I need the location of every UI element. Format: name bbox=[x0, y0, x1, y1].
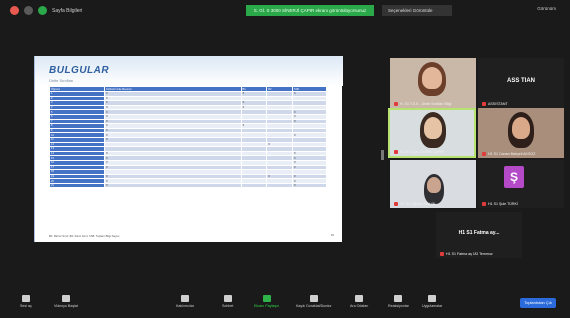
status-red-icon bbox=[10, 6, 19, 15]
chat-icon bbox=[223, 295, 232, 302]
slide-page-number: 15 bbox=[330, 233, 334, 237]
participant-avatar: Ş bbox=[504, 166, 524, 188]
participant-tile[interactable]: H1 S1 Fatma ay... H1 S1 Fatma aş ÜÜ Temm… bbox=[436, 212, 522, 258]
participant-name: H1 S1 Çiğdem ŞAHİN bbox=[394, 202, 435, 206]
participants-button[interactable]: Katılımcılar bbox=[176, 295, 194, 308]
participant-display-name: H1 S1 Fatma ay... bbox=[458, 230, 500, 237]
breakout-rooms-icon bbox=[355, 295, 364, 302]
mic-muted-icon bbox=[394, 202, 398, 206]
video-camera-icon bbox=[61, 295, 70, 302]
table-cell: X bbox=[291, 182, 328, 189]
mic-muted-icon bbox=[482, 152, 486, 156]
info-icon[interactable] bbox=[24, 6, 33, 15]
table-cell bbox=[240, 182, 268, 189]
participant-name: H. S1 T.S.K - Ünite Sınıfları Bilgi bbox=[394, 102, 451, 106]
participant-tile[interactable]: ASS TIAN ASSISTANT bbox=[478, 58, 564, 108]
mic-muted-icon bbox=[482, 102, 486, 106]
pause-stop-icon bbox=[309, 295, 318, 302]
top-bar: Sayfa Bilgileri S. Gİ. S 3000 SİNERJİ ÇA… bbox=[6, 3, 564, 19]
participant-tile[interactable]: Ş H1 S1 Şule TÜRKİ bbox=[478, 160, 564, 208]
participant-tile-active-speaker[interactable]: H1 S1 Oya, ÖZERE ÇAPIR bbox=[388, 108, 476, 158]
table-cell bbox=[266, 182, 293, 189]
slide-footnote: B1: Birinci Sınıf, B2: İkinci Sınıf, TAB… bbox=[49, 234, 120, 238]
results-table: Öğrenci Kültürel Ünite Becerisi B1 B2 TAB 1X… bbox=[49, 86, 328, 189]
resize-handle[interactable] bbox=[381, 150, 384, 160]
microphone-muted-icon bbox=[21, 295, 30, 302]
participant-name: H1 S1 Fatma aş ÜÜ Temmuz bbox=[440, 252, 493, 256]
apps-button[interactable]: Uygulamalar bbox=[422, 295, 442, 308]
participant-face bbox=[424, 117, 442, 139]
participant-display-name: ASS TIAN bbox=[506, 78, 535, 84]
presentation-slide: BULGULAR Ünite Sınıfları Öğrenci Kültürel… bbox=[34, 56, 343, 242]
breakout-rooms-button[interactable]: Ara Odaları bbox=[350, 295, 368, 308]
slide-subtitle: Ünite Sınıfları bbox=[49, 78, 74, 83]
zoom-window: Sayfa Bilgileri S. Gİ. S 3000 SİNERJİ ÇA… bbox=[0, 0, 570, 318]
slide-title: BULGULAR bbox=[49, 65, 110, 76]
participants-icon bbox=[180, 295, 189, 302]
participant-face bbox=[512, 117, 530, 139]
participant-name: ASSISTANT bbox=[482, 102, 508, 106]
reactions-button[interactable]: Reaksiyonlar bbox=[388, 295, 409, 308]
table-cell: X bbox=[104, 182, 242, 189]
participant-face bbox=[422, 67, 442, 89]
sharing-banner: S. Gİ. S 3000 SİNERJİ ÇAPIR ekranı görün… bbox=[246, 5, 374, 16]
chat-button[interactable]: Sohbet bbox=[222, 295, 233, 308]
mic-muted-icon bbox=[394, 102, 398, 106]
participant-face bbox=[427, 177, 441, 193]
participant-tile[interactable]: H. S1 T.S.K - Ünite Sınıfları Bilgi bbox=[390, 58, 476, 108]
apps-icon bbox=[428, 295, 437, 302]
participant-name: H1 S1 Oya, ÖZERE ÇAPIR bbox=[394, 150, 444, 154]
shield-icon[interactable] bbox=[38, 6, 47, 15]
meeting-toolbar: Sesi aç Videoyu Başlat Katılımcılar Sohb… bbox=[6, 292, 564, 314]
view-options-button[interactable]: Seçenekleri Görüntüle bbox=[382, 5, 452, 16]
leave-meeting-button[interactable]: Toplantıdan Çık bbox=[520, 298, 556, 308]
participant-name: H1 S1 Canan Bahçeli AKSOZ bbox=[482, 152, 535, 156]
window-controls: Sayfa Bilgileri bbox=[10, 6, 82, 15]
share-screen-icon bbox=[262, 295, 271, 302]
mute-button[interactable]: Sesi aç bbox=[20, 295, 32, 308]
reactions-icon bbox=[394, 295, 403, 302]
mic-muted-icon bbox=[394, 150, 398, 154]
participant-tile[interactable]: H1 S1 Canan Bahçeli AKSOZ bbox=[478, 108, 564, 158]
mic-muted-icon bbox=[440, 252, 444, 256]
participant-name: H1 S1 Şule TÜRKİ bbox=[482, 202, 518, 206]
mic-muted-icon bbox=[482, 202, 486, 206]
table-cell: 21 bbox=[49, 182, 105, 189]
table-row: 21 X X bbox=[49, 182, 328, 189]
table-body: 1 X X X 2 X 3 X X 4 X X 5 X X 6 X X 7 X X 8 X X 9 X 10 X X 11 X 12 X 13 14… bbox=[49, 91, 328, 189]
shared-screen-area: BULGULAR Ünite Sınıfları Öğrenci Kültürel… bbox=[10, 20, 388, 290]
share-screen-button[interactable]: Ekranı Paylaşın bbox=[254, 295, 279, 308]
start-video-button[interactable]: Videoyu Başlat bbox=[54, 295, 78, 308]
participant-tile[interactable]: H1 S1 Çiğdem ŞAHİN bbox=[390, 160, 476, 208]
view-button[interactable]: Görünüm bbox=[537, 6, 556, 11]
record-button[interactable]: Kaydı Duraklat/Durdur bbox=[296, 295, 332, 308]
app-label: Sayfa Bilgileri bbox=[52, 7, 83, 14]
